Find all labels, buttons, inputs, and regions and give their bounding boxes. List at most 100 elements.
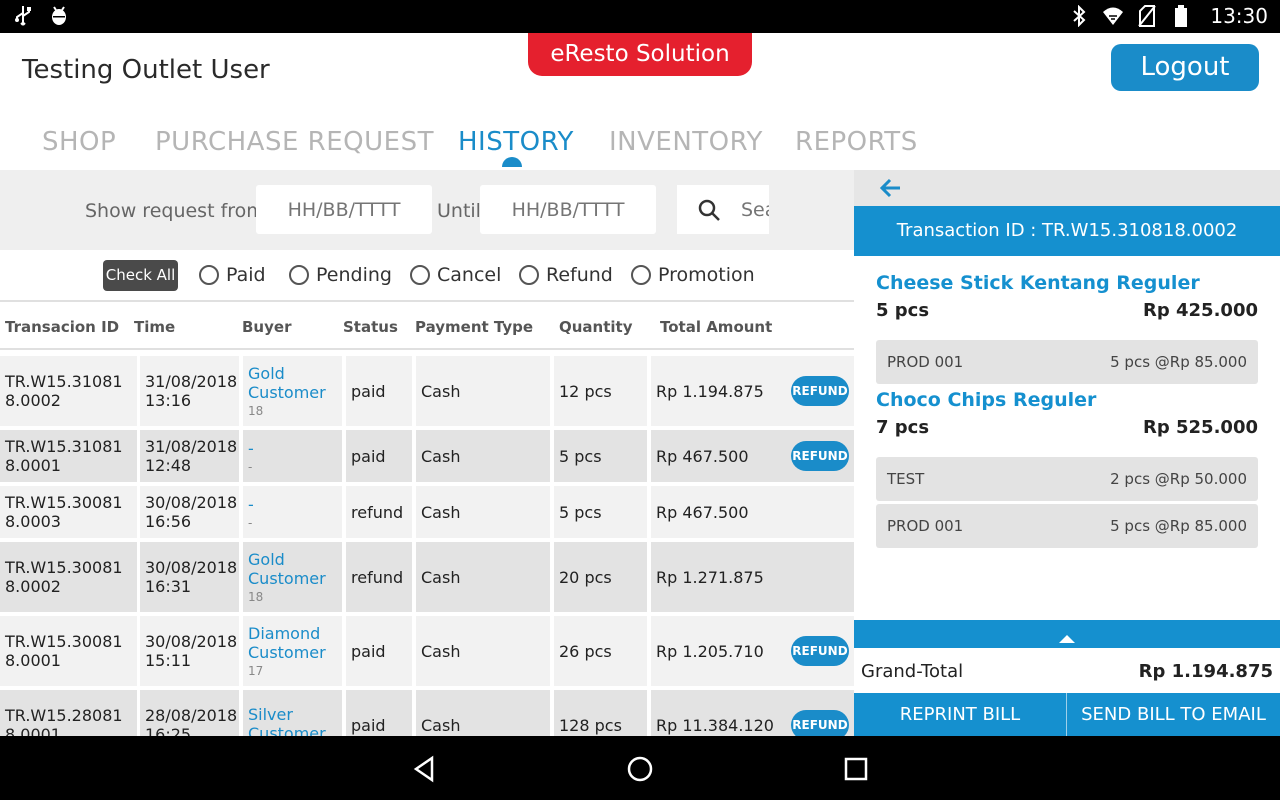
back-nav-icon[interactable] (410, 754, 440, 784)
date-filter-bar: Show request from Until (0, 170, 854, 250)
tx-quantity: 5 pcs (559, 502, 602, 522)
tx-status: paid (351, 381, 386, 401)
tx-date: 31/08/2018 (145, 372, 238, 391)
cell-payment-type: Cash (416, 356, 550, 426)
buyer-name[interactable]: Silver Customer (248, 705, 342, 736)
from-label: Show request from (85, 200, 265, 222)
radio-icon (410, 265, 430, 285)
buyer-name[interactable]: Gold Customer (248, 364, 342, 402)
send-bill-email-button[interactable]: SEND BILL TO EMAIL (1067, 693, 1280, 736)
filter-paid[interactable]: Paid (199, 264, 266, 286)
table-row[interactable]: TR.W15.280818.0001 28/08/2018 16:25 Silver … (0, 690, 854, 736)
refund-button[interactable]: REFUND (791, 636, 849, 666)
tab-reports[interactable]: REPORTS (795, 127, 918, 157)
buyer-sub: - (248, 515, 253, 530)
bill-actions: REPRINT BILL SEND BILL TO EMAIL (854, 693, 1280, 736)
back-arrow-icon[interactable] (879, 178, 902, 202)
component-name: PROD 001 (887, 353, 964, 371)
filter-refund[interactable]: Refund (519, 264, 613, 286)
table-row[interactable]: TR.W15.310818.0002 31/08/2018 13:16 Gold Cu… (0, 356, 854, 430)
filter-pending[interactable]: Pending (289, 264, 392, 286)
tx-id: TR.W15.310818.0001 (5, 437, 123, 475)
cell-quantity: 12 pcs (554, 356, 647, 426)
col-buyer: Buyer (242, 318, 292, 336)
table-row[interactable]: TR.W15.310818.0001 31/08/2018 12:48- - paid C… (0, 430, 854, 486)
brand-tab: eResto Solution (528, 33, 752, 76)
refund-button[interactable]: REFUND (791, 376, 849, 406)
tx-quantity: 5 pcs (559, 446, 602, 466)
tx-quantity: 20 pcs (559, 567, 612, 587)
cell-time: 28/08/2018 16:25 (140, 690, 239, 736)
table-header: Transacion ID Time Buyer Status Payment … (0, 304, 854, 350)
tab-shop[interactable]: SHOP (42, 127, 116, 157)
check-all-button[interactable]: Check All (103, 260, 178, 291)
item-component-row: PROD 001 5 pcs @Rp 85.000 (876, 340, 1258, 384)
tab-inventory[interactable]: INVENTORY (609, 127, 763, 157)
tx-quantity: 26 pcs (559, 641, 612, 661)
cell-buyer: Silver Customer (243, 690, 342, 736)
tab-purchase-request[interactable]: PURCHASE REQUEST (155, 127, 434, 157)
cell-payment-type: Cash (416, 430, 550, 482)
filter-label: Cancel (437, 264, 502, 286)
tx-date: 31/08/2018 (145, 437, 238, 456)
from-date-input[interactable] (256, 185, 432, 234)
until-date-input[interactable] (480, 185, 656, 234)
cell-transaction-id: TR.W15.300818.0003 (0, 486, 137, 538)
cell-transaction-id: TR.W15.280818.0001 (0, 690, 137, 736)
tx-status: paid (351, 715, 386, 735)
cell-time: 30/08/2018 15:11 (140, 616, 239, 686)
app-header: Testing Outlet User eResto Solution Logo… (0, 33, 1280, 170)
grand-total-row: Grand-Total Rp 1.194.875 (854, 648, 1280, 693)
filter-cancel[interactable]: Cancel (410, 264, 501, 286)
buyer-name[interactable]: Gold Customer (248, 550, 342, 588)
buyer-name[interactable]: - (248, 495, 342, 514)
expand-bar[interactable] (854, 620, 1280, 648)
component-detail: 5 pcs @Rp 85.000 (1110, 517, 1247, 535)
cell-status: paid (346, 430, 412, 482)
usb-icon (12, 4, 34, 28)
tx-status: refund (351, 502, 404, 522)
tx-payment: Cash (421, 381, 461, 401)
android-debug-icon (48, 4, 70, 28)
tx-date: 30/08/2018 (145, 632, 238, 651)
refund-button[interactable]: REFUND (791, 441, 849, 471)
reprint-bill-button[interactable]: REPRINT BILL (854, 693, 1067, 736)
buyer-name[interactable]: Diamond Customer (248, 624, 342, 662)
refund-button[interactable]: REFUND (791, 710, 849, 736)
no-sim-icon (1136, 4, 1158, 28)
item-component-row: TEST 2 pcs @Rp 50.000 (876, 457, 1258, 501)
table-row[interactable]: TR.W15.300818.0002 30/08/2018 16:31 Gold Cu… (0, 542, 854, 616)
tx-payment: Cash (421, 502, 461, 522)
buyer-name[interactable]: - (248, 439, 342, 458)
item-component-row: PROD 001 5 pcs @Rp 85.000 (876, 504, 1258, 548)
table-row[interactable]: TR.W15.300818.0001 30/08/2018 15:11 Diamond… (0, 616, 854, 690)
component-detail: 5 pcs @Rp 85.000 (1110, 353, 1247, 371)
search-icon (697, 198, 721, 226)
tx-date: 30/08/2018 (145, 493, 238, 512)
cell-quantity: 5 pcs (554, 430, 647, 482)
component-name: TEST (887, 470, 925, 488)
transaction-table: TR.W15.310818.0002 31/08/2018 13:16 Gold Cu… (0, 352, 854, 736)
tx-payment: Cash (421, 446, 461, 466)
item-name: Cheese Stick Kentang Reguler (876, 272, 1200, 294)
logout-button[interactable]: Logout (1111, 44, 1259, 91)
cell-quantity: 26 pcs (554, 616, 647, 686)
cell-payment-type: Cash (416, 542, 550, 612)
filter-promotion[interactable]: Promotion (631, 264, 755, 286)
recents-nav-icon[interactable] (841, 754, 871, 784)
filter-label: Promotion (658, 264, 755, 286)
tab-history[interactable]: HISTORY (458, 127, 574, 157)
tx-date: 28/08/2018 (145, 706, 238, 725)
col-quantity: Quantity (559, 318, 633, 336)
item-price: Rp 525.000 (1143, 417, 1258, 438)
cell-payment-type: Cash (416, 616, 550, 686)
cell-transaction-id: TR.W15.310818.0001 (0, 430, 137, 482)
cell-time: 30/08/2018 16:31 (140, 542, 239, 612)
cell-time: 31/08/2018 12:48 (140, 430, 239, 482)
table-row[interactable]: TR.W15.300818.0003 30/08/2018 16:56- - refun… (0, 486, 854, 542)
home-nav-icon[interactable] (625, 754, 655, 784)
search-input[interactable] (739, 185, 769, 234)
search-box[interactable] (677, 185, 769, 234)
col-payment-type: Payment Type (415, 318, 534, 336)
tx-total: Rp 1.271.875 (656, 567, 764, 587)
